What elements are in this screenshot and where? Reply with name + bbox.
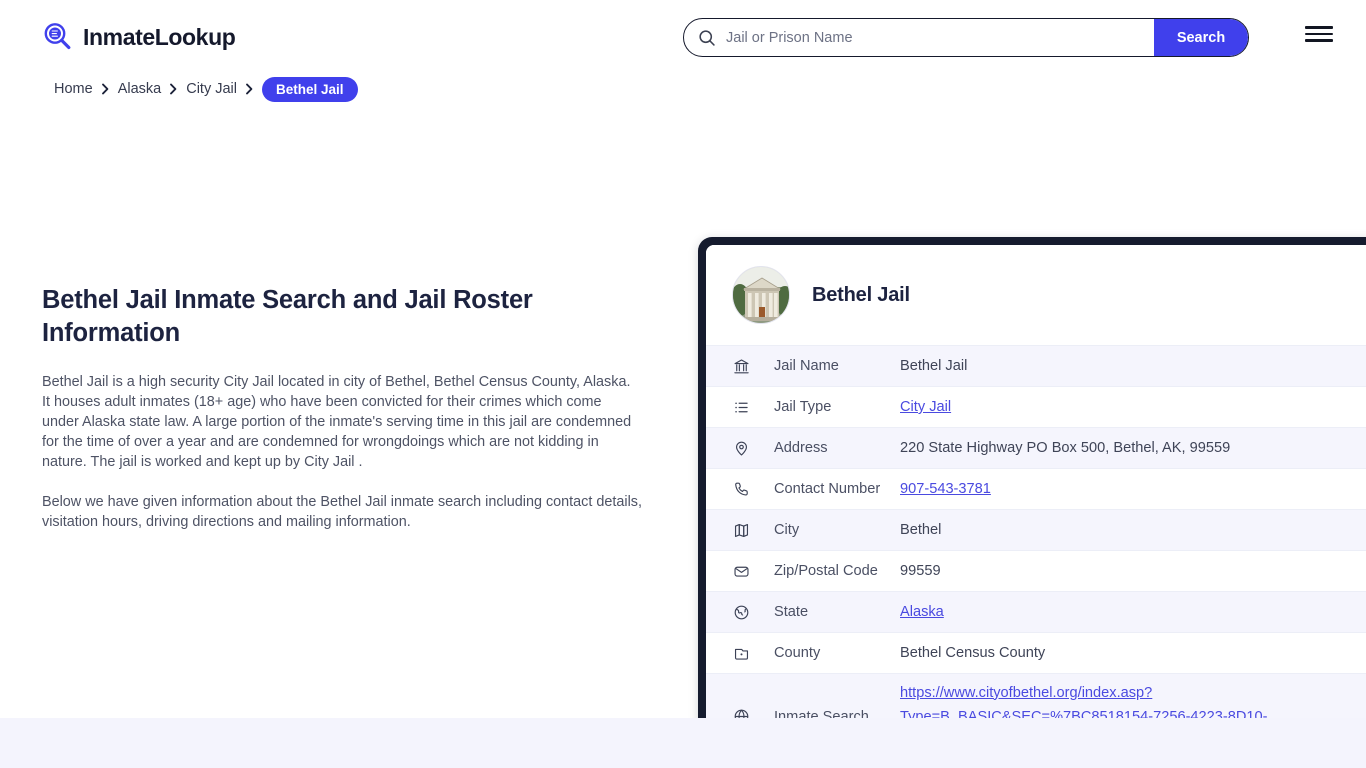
article-column: Bethel Jail Inmate Search and Jail Roste… (42, 284, 652, 532)
chevron-right-icon (169, 83, 178, 95)
map-icon (730, 519, 752, 541)
row-value: 220 State Highway PO Box 500, Bethel, AK… (900, 440, 1231, 456)
intro-paragraph-2: Below we have given information about th… (42, 494, 642, 530)
envelope-icon (730, 560, 752, 582)
list-icon (730, 396, 752, 418)
table-row: City Bethel (706, 509, 1366, 550)
map-pin-icon (730, 437, 752, 459)
breadcrumb-item-city-jail[interactable]: City Jail (186, 81, 237, 97)
page-title: Bethel Jail Inmate Search and Jail Roste… (42, 286, 533, 347)
row-value: Bethel Jail (900, 358, 968, 374)
search-icon (698, 29, 716, 47)
row-label: Zip/Postal Code (774, 563, 878, 579)
row-value: 99559 (900, 563, 941, 579)
breadcrumb-current: Bethel Jail (261, 76, 358, 102)
contact-number-link[interactable]: 907-543-3781 (900, 481, 991, 497)
hamburger-menu-icon[interactable] (1305, 23, 1333, 45)
page-body: Bethel Jail Inmate Search and Jail Roste… (0, 104, 1366, 767)
search-input[interactable] (716, 19, 1154, 56)
table-row: Address 220 State Highway PO Box 500, Be… (706, 427, 1366, 468)
table-row: Zip/Postal Code 99559 (706, 550, 1366, 591)
row-value: 907-543-3781 (900, 481, 1366, 497)
chevron-right-icon (101, 83, 110, 95)
table-row: Contact Number 907-543-3781 (706, 468, 1366, 509)
hamburger-bar (1305, 32, 1333, 36)
jail-card-title: Bethel Jail (812, 283, 910, 306)
intro-paragraph-1: Bethel Jail is a high security City Jail… (42, 374, 632, 470)
row-value: Bethel Census County (900, 645, 1046, 661)
magnifier-list-icon (42, 21, 74, 53)
site-logo[interactable]: InmateLookup (42, 21, 236, 53)
table-row: Jail Type City Jail (706, 386, 1366, 427)
jail-info-table: Jail Name Bethel Jail Jail Type City Jai… (706, 345, 1366, 759)
row-label: City (774, 522, 800, 538)
bank-icon (730, 355, 752, 377)
row-label: Jail Type (774, 399, 832, 415)
row-value: Alaska (900, 604, 1366, 620)
county-icon (730, 642, 752, 664)
search-button[interactable]: Search (1154, 19, 1248, 56)
jail-type-link[interactable]: City Jail (900, 399, 951, 415)
breadcrumb: Home Alaska City Jail Bethel Jail (0, 74, 1366, 104)
row-label: Contact Number (774, 481, 881, 497)
row-value: Bethel (900, 522, 942, 538)
globe-pin-icon (730, 601, 752, 623)
jail-card-header: Bethel Jail (706, 245, 1366, 345)
chevron-right-icon (245, 83, 254, 95)
row-label: Jail Name (774, 358, 839, 374)
bottom-section-band (0, 718, 1366, 768)
breadcrumb-item-alaska[interactable]: Alaska (118, 81, 162, 97)
row-label: State (774, 604, 809, 620)
hamburger-bar (1305, 26, 1333, 29)
brand-name: InmateLookup (83, 23, 236, 50)
breadcrumb-item-home[interactable]: Home (54, 81, 93, 97)
state-link[interactable]: Alaska (900, 604, 944, 620)
row-label: County (774, 645, 821, 661)
row-label: Address (774, 440, 828, 456)
search-bar[interactable]: Search (683, 18, 1249, 57)
courthouse-photo (732, 266, 790, 324)
phone-icon (730, 478, 752, 500)
table-row: Jail Name Bethel Jail (706, 345, 1366, 386)
hamburger-bar (1305, 39, 1333, 42)
table-row: State Alaska (706, 591, 1366, 632)
row-value: City Jail (900, 399, 1366, 415)
jail-info-card: Bethel Jail Jail Name Bethel Jail Jail T… (698, 237, 1366, 767)
table-row: County Bethel Census County (706, 632, 1366, 673)
jail-info-card-inner: Bethel Jail Jail Name Bethel Jail Jail T… (706, 245, 1366, 759)
site-header: InmateLookup Search (0, 0, 1366, 74)
